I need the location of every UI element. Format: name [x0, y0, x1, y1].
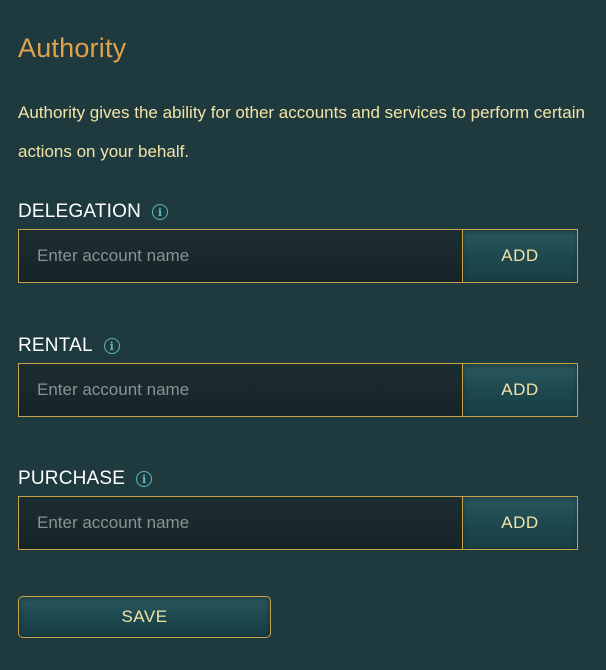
info-icon[interactable]: i — [136, 471, 153, 487]
purchase-label-row: PURCHASE i — [18, 467, 578, 491]
save-button[interactable]: SAVE — [18, 596, 271, 638]
info-icon[interactable]: i — [152, 204, 169, 220]
rental-label-row: RENTAL i — [18, 334, 578, 358]
delegation-input-row: ADD — [18, 229, 578, 283]
rental-add-button[interactable]: ADD — [462, 364, 577, 416]
delegation-label: DELEGATION — [18, 201, 142, 222]
purchase-input-row: ADD — [18, 496, 578, 550]
rental-section: RENTAL i ADD — [18, 334, 578, 417]
purchase-section: PURCHASE i ADD — [18, 467, 578, 550]
purchase-add-button[interactable]: ADD — [462, 497, 577, 549]
rental-label: RENTAL — [18, 335, 93, 356]
rental-account-input[interactable] — [19, 364, 462, 416]
purchase-account-input[interactable] — [19, 497, 462, 549]
delegation-label-row: DELEGATION i — [18, 200, 578, 224]
delegation-add-button[interactable]: ADD — [462, 230, 577, 282]
delegation-section: DELEGATION i ADD — [18, 200, 578, 283]
page-title: Authority — [18, 33, 127, 63]
delegation-account-input[interactable] — [19, 230, 462, 282]
purchase-label: PURCHASE — [18, 468, 126, 489]
authority-description: Authority gives the ability for other ac… — [18, 103, 585, 161]
info-icon[interactable]: i — [103, 338, 120, 354]
rental-input-row: ADD — [18, 363, 578, 417]
